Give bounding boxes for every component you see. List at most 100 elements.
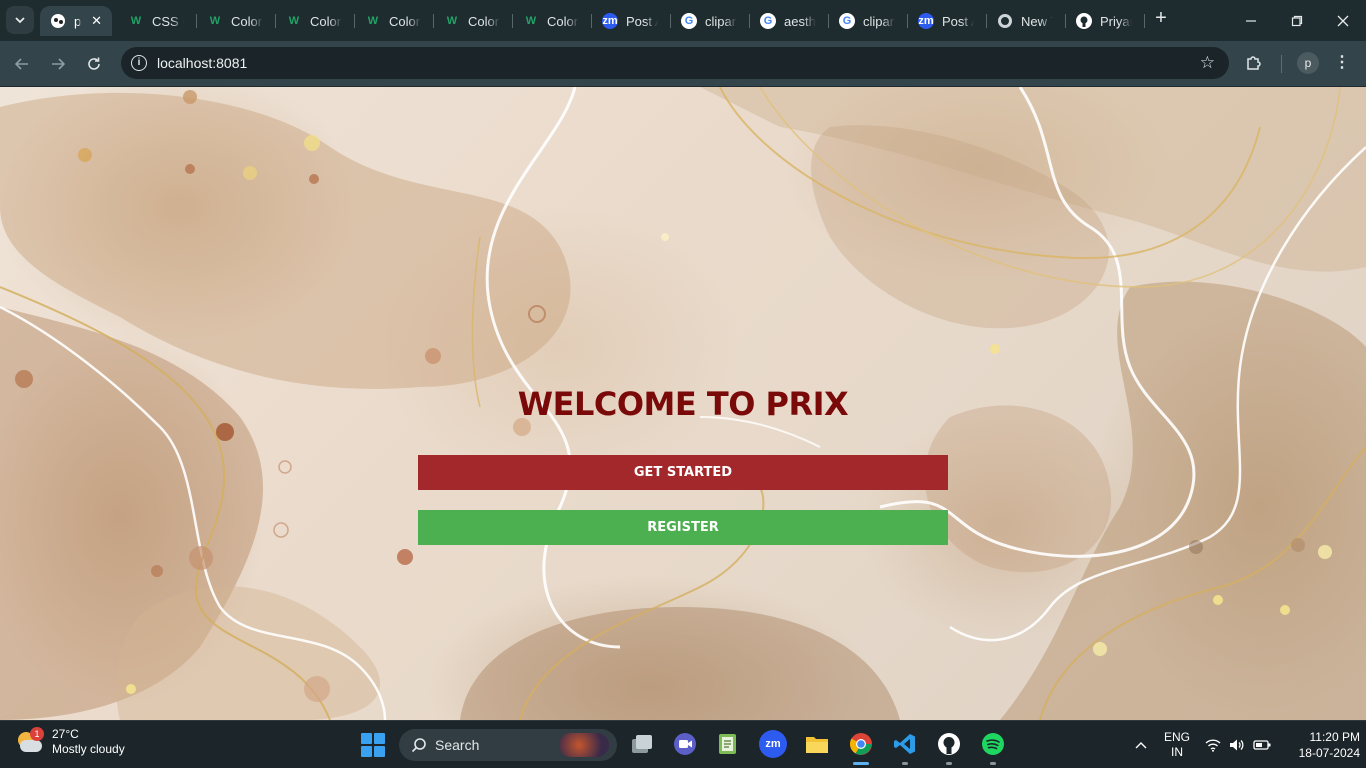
language-indicator[interactable]: ENG IN [1162, 721, 1192, 768]
new-tab-button[interactable]: + [1150, 8, 1172, 30]
notepad-app-icon[interactable] [714, 730, 742, 758]
tab-title: clipart [863, 13, 895, 29]
spotify-app-icon[interactable] [979, 730, 1007, 765]
tab-priyan[interactable]: Priyan [1066, 6, 1145, 36]
page-title: WELCOME TO PRIX [517, 385, 849, 423]
site-info-icon[interactable]: i [131, 55, 147, 71]
address-bar[interactable]: i localhost:8081 ☆ [121, 47, 1229, 79]
tab-title: clipart [705, 13, 737, 29]
battery-icon [1253, 740, 1271, 750]
tab-title: Post A [942, 13, 974, 29]
tab-color-4[interactable]: W Color [434, 6, 513, 36]
tab-prix[interactable]: pr ✕ [40, 6, 112, 36]
language-line-2: IN [1171, 745, 1183, 759]
toolbar-divider [1281, 55, 1282, 73]
w3-icon: W [130, 15, 142, 27]
meet-camera-app-icon[interactable] [671, 730, 699, 758]
w3-icon: W [367, 15, 379, 27]
prix-favicon-icon [50, 13, 66, 29]
google-icon: G [760, 13, 776, 29]
weather-widget[interactable]: 1 27°C Mostly cloudy [14, 727, 125, 757]
tab-title: Color [547, 13, 579, 29]
search-highlight-image [559, 733, 609, 757]
browser-toolbar: i localhost:8081 ☆ p ⋮ [0, 41, 1366, 86]
weather-condition: Mostly cloudy [52, 742, 125, 756]
bookmark-star-icon[interactable]: ☆ [1200, 53, 1215, 73]
tab-title: aesthe [784, 13, 816, 29]
reload-button[interactable] [82, 52, 106, 76]
tab-post-a-2[interactable]: zm Post A [908, 6, 987, 36]
google-icon: G [839, 13, 855, 29]
wifi-icon [1205, 739, 1221, 752]
get-started-button[interactable]: GET STARTED [418, 455, 948, 490]
register-button[interactable]: REGISTER [418, 510, 948, 545]
tab-search-button[interactable] [6, 6, 34, 34]
zm-icon: zm [602, 13, 618, 29]
tab-color-3[interactable]: W Color [355, 6, 434, 36]
search-icon [411, 738, 426, 753]
page-viewport: WELCOME TO PRIX GET STARTED REGISTER [0, 87, 1366, 720]
minimize-button[interactable] [1228, 0, 1274, 41]
tab-new-tab[interactable]: New T [987, 6, 1066, 36]
tab-css[interactable]: W CSS C [118, 6, 197, 36]
forward-button[interactable] [46, 52, 70, 76]
file-explorer-folder-icon[interactable] [803, 730, 831, 758]
w3-icon: W [525, 15, 537, 27]
tab-title: Color [389, 13, 421, 29]
kebab-menu-icon[interactable]: ⋮ [1334, 52, 1350, 74]
profile-avatar[interactable]: p [1297, 52, 1319, 74]
tab-title: Color [231, 13, 263, 29]
zoom-app-icon[interactable]: zm [759, 730, 787, 758]
tab-post-a-1[interactable]: zm Post A [592, 6, 671, 36]
show-hidden-icons-chevron-up-icon[interactable] [1135, 721, 1151, 768]
clock-time: 11:20 PM [1309, 730, 1360, 744]
tab-title: Color [310, 13, 342, 29]
volume-icon [1230, 739, 1244, 751]
chevron-down-icon [15, 17, 25, 24]
landing-content: WELCOME TO PRIX GET STARTED REGISTER [0, 87, 1366, 720]
extensions-puzzle-icon[interactable] [1243, 53, 1265, 75]
back-button[interactable] [10, 52, 34, 76]
close-icon [1337, 15, 1349, 26]
forward-arrow-icon [52, 58, 66, 70]
gallery-app-icon[interactable] [628, 730, 656, 758]
tab-clipart-1[interactable]: G clipart [671, 6, 750, 36]
tab-title: pr [74, 13, 82, 29]
reload-icon [88, 57, 100, 70]
github-desktop-app-icon[interactable] [935, 730, 963, 765]
w3-icon: W [288, 15, 300, 27]
taskbar-search[interactable]: Search [399, 729, 617, 761]
clock-date: 18-07-2024 [1298, 746, 1360, 760]
tab-clipart-2[interactable]: G clipart [829, 6, 908, 36]
tab-color-5[interactable]: W Color [513, 6, 592, 36]
taskbar-clock[interactable]: 11:20 PM 18-07-2024 [1280, 729, 1360, 761]
language-line-1: ENG [1163, 730, 1190, 744]
tab-title: New T [1021, 13, 1053, 29]
chrome-app-icon[interactable] [847, 730, 875, 765]
tab-strip: pr ✕ W CSS C W Color W Color W Color W C… [0, 0, 1366, 41]
tab-color-1[interactable]: W Color [197, 6, 276, 36]
w3-icon: W [446, 15, 458, 27]
url-text[interactable]: localhost:8081 [157, 55, 247, 71]
tab-title: Priyan [1100, 13, 1132, 29]
start-button-windows-icon[interactable] [361, 733, 385, 757]
windows-taskbar: 1 27°C Mostly cloudy Search zm ENG IN 11… [0, 720, 1366, 768]
tab-color-2[interactable]: W Color [276, 6, 355, 36]
close-icon[interactable]: ✕ [91, 13, 102, 29]
partly-cloudy-icon: 1 [14, 727, 44, 756]
tab-title: Post A [626, 13, 658, 29]
close-window-button[interactable] [1320, 0, 1366, 41]
github-icon [1076, 13, 1092, 29]
chrome-icon [997, 13, 1013, 29]
restore-icon [1291, 15, 1303, 26]
restore-button[interactable] [1274, 0, 1320, 41]
tab-title: Color [468, 13, 500, 29]
vscode-app-icon[interactable] [891, 730, 919, 765]
system-tray-quick-settings[interactable] [1205, 721, 1275, 768]
notification-badge: 1 [30, 727, 44, 741]
back-arrow-icon [14, 58, 28, 70]
tab-aesthe[interactable]: G aesthe [750, 6, 829, 36]
search-label: Search [435, 737, 480, 753]
minimize-icon [1246, 19, 1256, 22]
w3-icon: W [209, 15, 221, 27]
